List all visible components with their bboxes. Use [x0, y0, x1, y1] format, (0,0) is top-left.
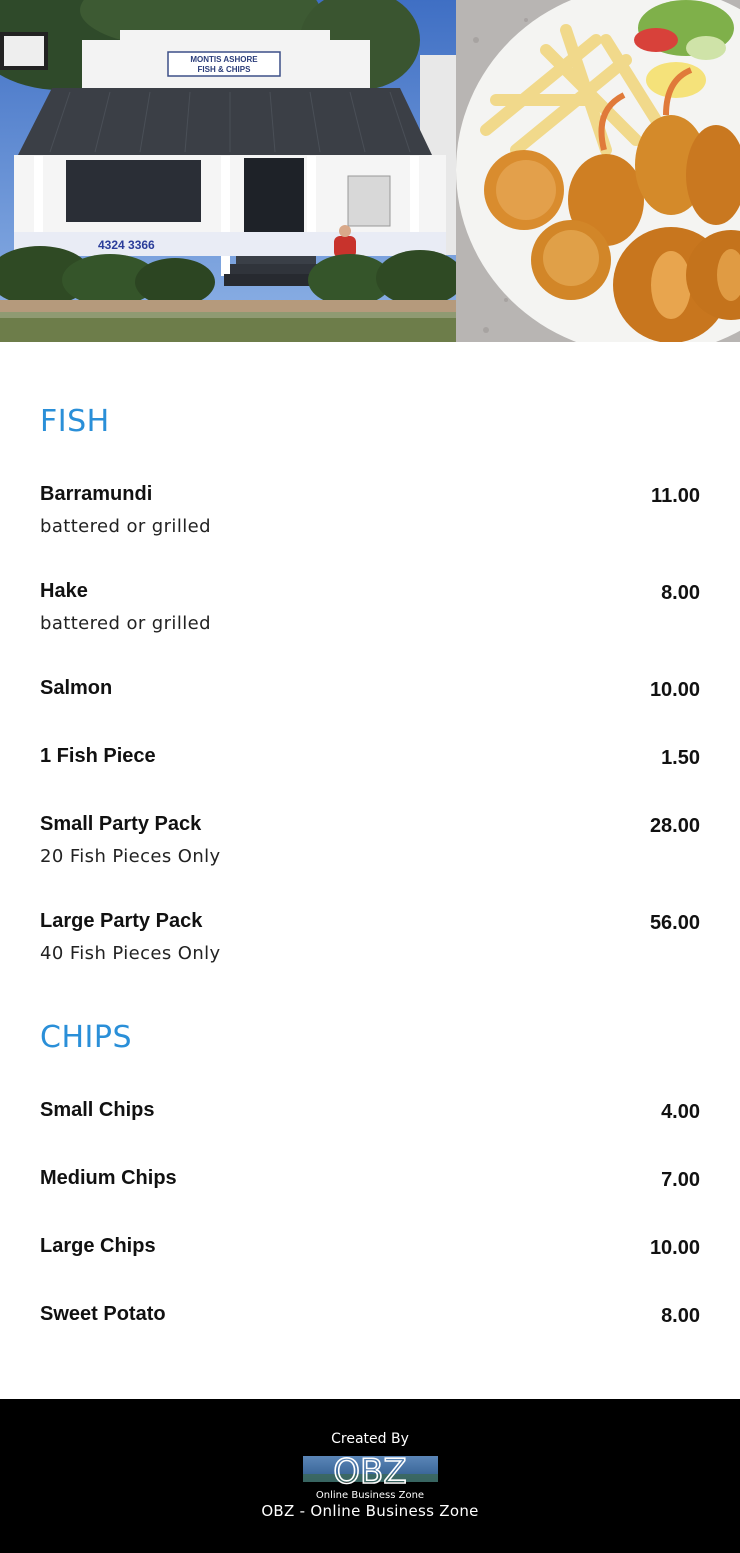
menu-item-price: 10.00 [649, 1237, 700, 1259]
menu-item-price: 11.00 [651, 485, 700, 507]
fish-section-heading: FISH [40, 404, 110, 439]
menu-item-price: 4.00 [661, 1101, 700, 1123]
menu-item: Large Chips 10.00 [40, 1234, 700, 1302]
menu-item-name: Large Party Pack [40, 910, 203, 932]
menu-item: Salmon 10.00 [40, 676, 700, 744]
shop-sign-line1: MONTIS ASHORE [190, 55, 258, 64]
menu-item: 1 Fish Piece 1.50 [40, 744, 700, 812]
menu-item-price: 28.00 [649, 815, 700, 837]
menu-item-name: Salmon [40, 677, 113, 699]
menu-item: Small Party Pack 20 Fish Pieces Only 28.… [40, 812, 700, 909]
menu-item: Medium Chips 7.00 [40, 1166, 700, 1234]
menu-item-name: Barramundi [40, 483, 153, 505]
menu-item-price: 7.00 [661, 1169, 700, 1191]
menu-item-name: 1 Fish Piece [40, 745, 156, 767]
menu-item-name: Hake [40, 580, 88, 602]
obz-logo-text: OBZ [333, 1454, 406, 1492]
shop-phone-text: 4324 3366 [98, 238, 155, 252]
menu-item-name: Sweet Potato [40, 1303, 166, 1325]
chips-section-heading: CHIPS [40, 1020, 132, 1055]
menu-item-name: Large Chips [40, 1235, 156, 1257]
obz-logo: OBZ Online Business Zone [303, 1451, 438, 1501]
shop-sign-line2: FISH & CHIPS [198, 65, 252, 74]
menu-item-description: battered or grilled [40, 516, 211, 537]
shop-front-image: MONTIS ASHORE FISH & CHIPS 4324 3366 [0, 0, 456, 342]
menu-item-name: Small Chips [40, 1099, 155, 1121]
fish-item-list: Barramundi battered or grilled 11.00 Hak… [40, 482, 700, 1006]
menu-item-description: 20 Fish Pieces Only [40, 846, 221, 867]
menu-item: Large Party Pack 40 Fish Pieces Only 56.… [40, 909, 700, 1006]
seafood-plate-image [456, 0, 740, 342]
menu-item: Sweet Potato 8.00 [40, 1302, 700, 1370]
menu-item-price: 8.00 [661, 582, 700, 604]
menu-item-price: 1.50 [661, 747, 700, 769]
footer: Created By OBZ Online Business Zone OBZ … [0, 1399, 740, 1553]
menu-item-name: Small Party Pack [40, 813, 202, 835]
menu-item: Barramundi battered or grilled 11.00 [40, 482, 700, 579]
menu-item-price: 56.00 [649, 912, 700, 934]
menu-item-price: 10.00 [649, 679, 700, 701]
menu-item: Small Chips 4.00 [40, 1098, 700, 1166]
menu-item-price: 8.00 [661, 1305, 700, 1327]
obz-logo-subtext: Online Business Zone [316, 1490, 424, 1501]
menu-item-name: Medium Chips [40, 1167, 177, 1189]
chips-item-list: Small Chips 4.00 Medium Chips 7.00 Large… [40, 1098, 700, 1370]
menu-item-description: 40 Fish Pieces Only [40, 943, 221, 964]
hero-banner: MONTIS ASHORE FISH & CHIPS 4324 3366 [0, 0, 740, 342]
menu-item: Hake battered or grilled 8.00 [40, 579, 700, 676]
footer-credit: OBZ - Online Business Zone [261, 1502, 479, 1520]
menu: FISH Barramundi battered or grilled 11.0… [40, 400, 700, 1370]
menu-item-description: battered or grilled [40, 613, 211, 634]
obz-logo-link[interactable]: OBZ Online Business Zone [303, 1451, 438, 1502]
created-by-label: Created By [331, 1431, 409, 1447]
